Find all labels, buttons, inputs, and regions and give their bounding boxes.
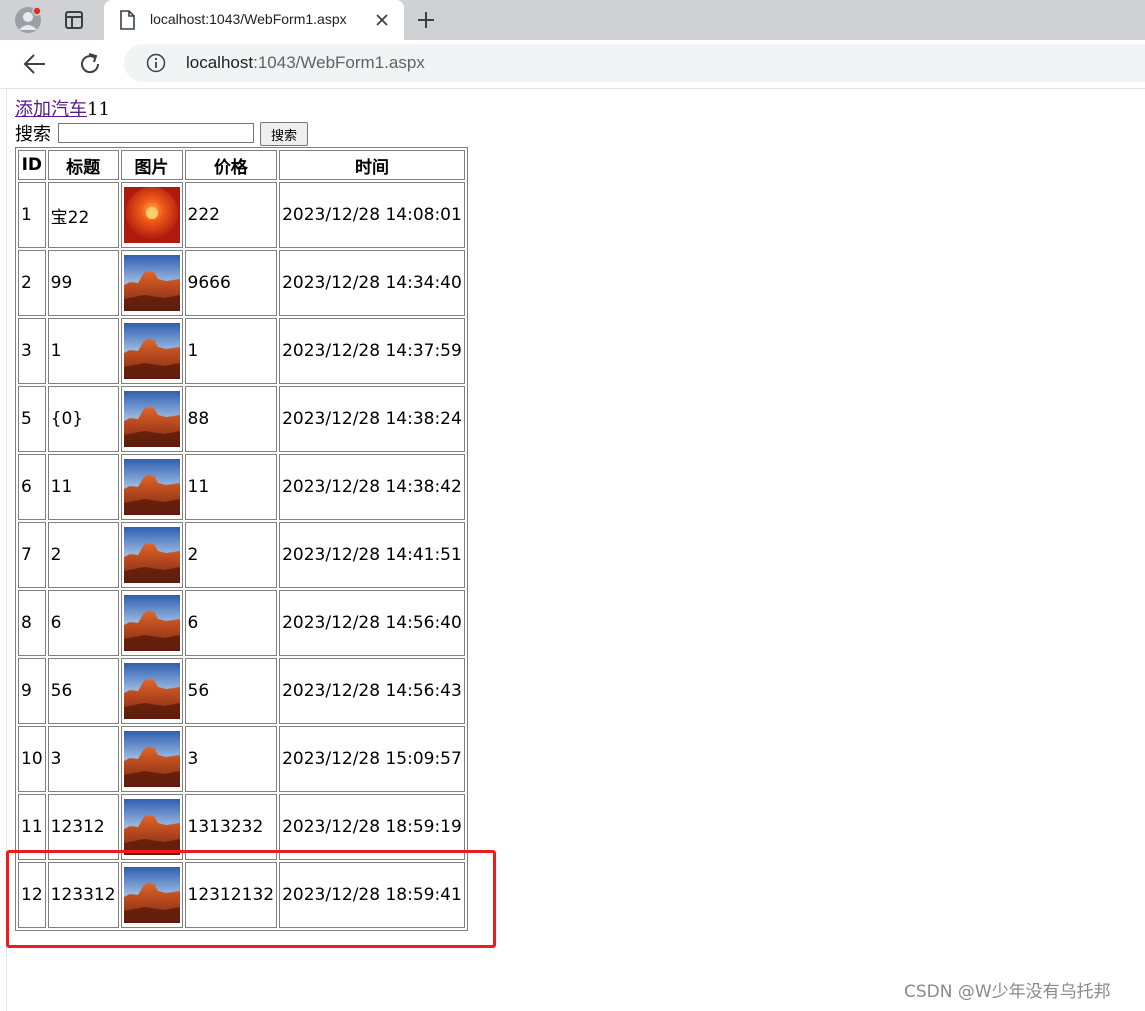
add-car-link[interactable]: 添加汽车 [15,99,87,120]
desert-thumbnail [123,595,180,651]
desert-thumbnail [123,799,180,855]
cell-price: 6 [184,590,278,656]
cell-price: 2 [184,522,278,588]
url-host: localhost [186,53,254,72]
address-bar[interactable]: localhost:1043/WebForm1.aspx [124,44,1145,82]
search-button[interactable]: 搜索 [260,122,308,146]
cell-price: 222 [184,182,278,248]
cell-price: 3 [184,726,278,792]
cell-image [120,182,183,248]
desert-thumbnail [123,663,180,719]
car-table: ID 标题 图片 价格 时间 1 宝22 222 2023/12/28 14:0… [15,147,468,931]
cell-price: 9666 [184,250,278,316]
desert-thumbnail [123,323,180,379]
table-row: 3 1 1 2023/12/28 14:37:59 [18,318,465,384]
cell-time: 2023/12/28 14:41:51 [279,522,465,588]
cell-price: 56 [184,658,278,724]
cell-image [120,658,183,724]
cell-id: 10 [18,726,46,792]
table-row: 7 2 2 2023/12/28 14:41:51 [18,522,465,588]
table-row: 2 99 9666 2023/12/28 14:34:40 [18,250,465,316]
cell-time: 2023/12/28 14:08:01 [279,182,465,248]
cell-id: 2 [18,250,46,316]
table-row: 9 56 56 2023/12/28 14:56:43 [18,658,465,724]
url-path: :1043/WebForm1.aspx [253,53,425,72]
cell-price: 88 [184,386,278,452]
cell-id: 9 [18,658,46,724]
cell-title: 2 [47,522,119,588]
cell-id: 5 [18,386,46,452]
cell-title: 6 [47,590,119,656]
cell-price: 11 [184,454,278,520]
cell-id: 8 [18,590,46,656]
tab-actions-icon[interactable] [62,9,86,31]
header-image: 图片 [120,150,183,180]
table-row: 8 6 6 2023/12/28 14:56:40 [18,590,465,656]
plus-icon[interactable] [414,9,438,31]
desert-thumbnail [123,459,180,515]
cell-price: 1 [184,318,278,384]
cell-title: 1 [47,318,119,384]
desert-thumbnail [123,391,180,447]
cell-title: 3 [47,726,119,792]
cell-time: 2023/12/28 14:56:43 [279,658,465,724]
cell-image [120,318,183,384]
search-input[interactable] [58,123,254,143]
cell-time: 2023/12/28 14:38:42 [279,454,465,520]
cell-id: 6 [18,454,46,520]
table-row: 1 宝22 222 2023/12/28 14:08:01 [18,182,465,248]
cell-id: 7 [18,522,46,588]
cell-image [120,386,183,452]
cell-image [120,454,183,520]
csdn-watermark: CSDN @W少年没有乌托邦 [904,982,1111,1002]
cell-time: 2023/12/28 14:37:59 [279,318,465,384]
cell-id: 3 [18,318,46,384]
cell-title: 11 [47,454,119,520]
table-header-row: ID 标题 图片 价格 时间 [18,150,465,180]
profile-avatar-icon[interactable] [14,6,42,34]
back-arrow-icon[interactable] [20,50,50,78]
cell-time: 2023/12/28 14:38:24 [279,386,465,452]
cell-title: 宝22 [47,182,119,248]
reload-icon[interactable] [75,50,105,78]
cell-time: 2023/12/28 15:09:57 [279,726,465,792]
header-id: ID [18,150,46,180]
active-tab[interactable]: localhost:1043/WebForm1.aspx [104,0,404,40]
header-title: 标题 [47,150,119,180]
add-line: 添加汽车11 [15,98,110,122]
cell-time: 2023/12/28 14:56:40 [279,590,465,656]
cell-title: {0} [47,386,119,452]
cell-image [120,522,183,588]
desert-thumbnail [123,731,180,787]
cell-title: 99 [47,250,119,316]
search-bar: 搜索 搜索 [15,122,308,147]
header-price: 价格 [184,150,278,180]
table-row: 5 {0} 88 2023/12/28 14:38:24 [18,386,465,452]
flower-thumbnail [123,187,180,243]
cell-title: 56 [47,658,119,724]
header-time: 时间 [279,150,465,180]
cell-id: 1 [18,182,46,248]
cell-image [120,726,183,792]
highlight-annotation [6,850,496,948]
page-content: 添加汽车11 搜索 搜索 ID 标题 图片 价格 时间 1 宝22 222 20… [6,89,1145,1011]
desert-thumbnail [123,255,180,311]
info-icon[interactable] [146,53,166,73]
close-icon[interactable] [372,10,392,30]
table-row: 10 3 3 2023/12/28 15:09:57 [18,726,465,792]
browser-toolbar: localhost:1043/WebForm1.aspx [0,40,1145,88]
desert-thumbnail [123,527,180,583]
tab-strip: localhost:1043/WebForm1.aspx [0,0,1145,40]
url-text[interactable]: localhost:1043/WebForm1.aspx [186,53,425,73]
search-label: 搜索 [15,124,51,145]
tab-title: localhost:1043/WebForm1.aspx [150,11,347,27]
cell-image [120,250,183,316]
table-row: 6 11 11 2023/12/28 14:38:42 [18,454,465,520]
cell-image [120,590,183,656]
page-icon [118,10,136,30]
cell-time: 2023/12/28 14:34:40 [279,250,465,316]
add-suffix-text: 11 [87,99,110,120]
